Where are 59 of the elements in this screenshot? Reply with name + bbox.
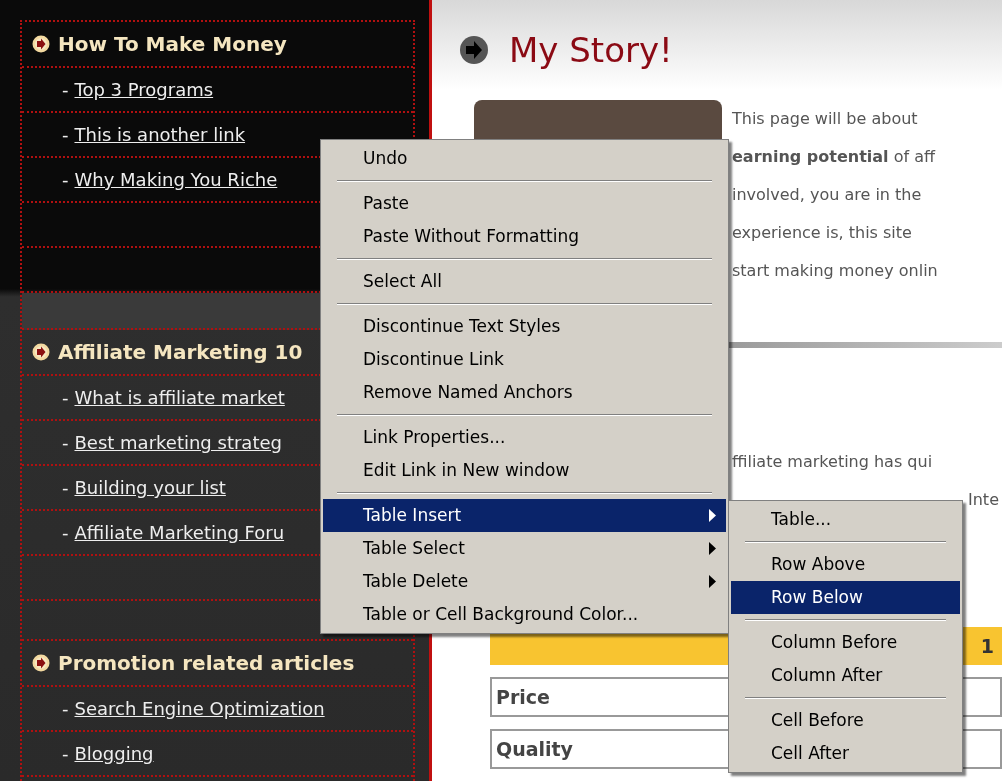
sidebar-link[interactable]: Best marketing strateg xyxy=(74,429,282,456)
link-dash: - xyxy=(62,697,69,721)
menu-item[interactable]: Remove Named Anchors xyxy=(323,376,726,409)
bullet-arrow-icon xyxy=(32,35,50,53)
menu-item[interactable]: Cell After xyxy=(731,737,960,770)
menu-item[interactable]: Select All xyxy=(323,265,726,298)
section-heading: How To Make Money xyxy=(58,31,287,58)
paragraph-line: earning potential of aff xyxy=(732,146,937,168)
bullet-arrow-icon xyxy=(32,343,50,361)
table-header-cell-text: 1 xyxy=(980,633,994,659)
menu-item[interactable]: Column Before xyxy=(731,626,960,659)
paragraph-line: This page will be about xyxy=(732,108,919,130)
sidebar-link[interactable]: This is another link xyxy=(74,121,246,148)
link-dash: - xyxy=(62,123,69,147)
sidebar-link[interactable]: Top 3 Programs xyxy=(74,76,214,103)
link-dash: - xyxy=(62,78,69,102)
link-dash: - xyxy=(62,521,69,545)
link-dash: - xyxy=(62,742,69,766)
menu-item[interactable]: Discontinue Link xyxy=(323,343,726,376)
bullet-arrow-icon xyxy=(32,654,50,672)
page-heading: My Story! xyxy=(509,28,673,72)
table-cell-text: Price xyxy=(496,684,550,710)
sidebar-link[interactable]: What is affiliate market xyxy=(74,384,285,411)
menu-item[interactable]: Table... xyxy=(731,503,960,536)
link-dash: - xyxy=(62,386,69,410)
sidebar-link[interactable]: Why Making You Riche xyxy=(74,166,278,193)
menu-item[interactable]: Discontinue Text Styles xyxy=(323,310,726,343)
menu-item[interactable]: Table Insert xyxy=(323,499,726,532)
link-dash: - xyxy=(62,168,69,192)
menu-item[interactable]: Paste xyxy=(323,187,726,220)
submenu-arrow-icon xyxy=(709,575,716,588)
menu-item[interactable]: Paste Without Formatting xyxy=(323,220,726,253)
menu-item[interactable]: Link Properties... xyxy=(323,421,726,454)
section-heading: Promotion related articles xyxy=(58,650,355,677)
paragraph-line: Inte xyxy=(968,489,999,511)
paragraph-line: ffiliate marketing has qui xyxy=(732,451,933,473)
menu-item[interactable]: Edit Link in New window xyxy=(323,454,726,487)
sidebar-link[interactable]: Blogging xyxy=(74,740,154,767)
sidebar-link[interactable]: Affiliate Marketing Foru xyxy=(74,519,285,546)
link-dash: - xyxy=(62,431,69,455)
paragraph-line: start making money onlin xyxy=(732,260,938,282)
menu-item[interactable]: Row Below xyxy=(731,581,960,614)
menu-item[interactable]: Table Select xyxy=(323,532,726,565)
submenu-arrow-icon xyxy=(709,509,716,522)
section-heading: Affiliate Marketing 10 xyxy=(58,339,303,366)
paragraph-line: experience is, this site xyxy=(732,222,913,244)
menu-item[interactable]: Column After xyxy=(731,659,960,692)
link-dash: - xyxy=(62,476,69,500)
menu-item[interactable]: Row Above xyxy=(731,548,960,581)
submenu-arrow-icon xyxy=(709,542,716,555)
arrow-circle-icon xyxy=(459,35,489,65)
menu-item[interactable]: Cell Before xyxy=(731,704,960,737)
paragraph-line: involved, you are in the xyxy=(732,184,923,206)
menu-item[interactable]: Table Delete xyxy=(323,565,726,598)
sidebar-link[interactable]: Search Engine Optimization xyxy=(74,695,325,722)
table-cell-text: Quality xyxy=(496,736,573,762)
sidebar-link[interactable]: Building your list xyxy=(74,474,226,501)
menu-item[interactable]: Undo xyxy=(323,142,726,175)
menu-item[interactable]: Table or Cell Background Color... xyxy=(323,598,726,631)
